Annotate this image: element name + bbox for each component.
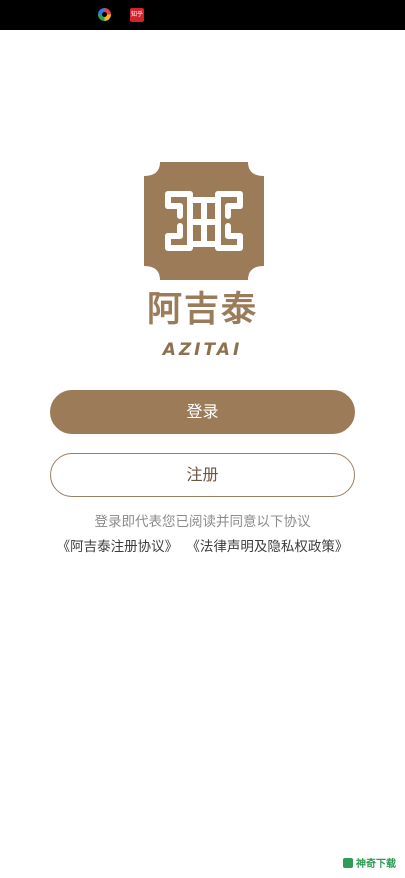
privacy-policy-link[interactable]: 《法律声明及隐私权政策》 bbox=[186, 539, 348, 555]
watermark: 神奇下载 bbox=[343, 856, 396, 874]
watermark-logo-icon bbox=[343, 858, 353, 868]
agreement-links: 《阿吉泰注册协议》 《法律声明及隐私权政策》 bbox=[0, 536, 405, 558]
registration-agreement-link[interactable]: 《阿吉泰注册协议》 bbox=[57, 539, 179, 555]
register-button[interactable]: 注册 bbox=[50, 453, 355, 497]
brand-name-english: AZITAI bbox=[162, 340, 243, 360]
login-button[interactable]: 登录 bbox=[50, 390, 355, 434]
status-bar: 知乎 bbox=[0, 0, 405, 30]
watermark-text: 神奇下载 bbox=[356, 859, 396, 870]
zhihu-notification-icon: 知乎 bbox=[130, 8, 144, 22]
azitai-logo-icon bbox=[142, 160, 266, 282]
app-notification-icon bbox=[98, 8, 111, 21]
brand-name-chinese: 阿吉泰 bbox=[146, 290, 258, 330]
agreement-notice: 登录即代表您已阅读并同意以下协议 bbox=[94, 514, 311, 530]
